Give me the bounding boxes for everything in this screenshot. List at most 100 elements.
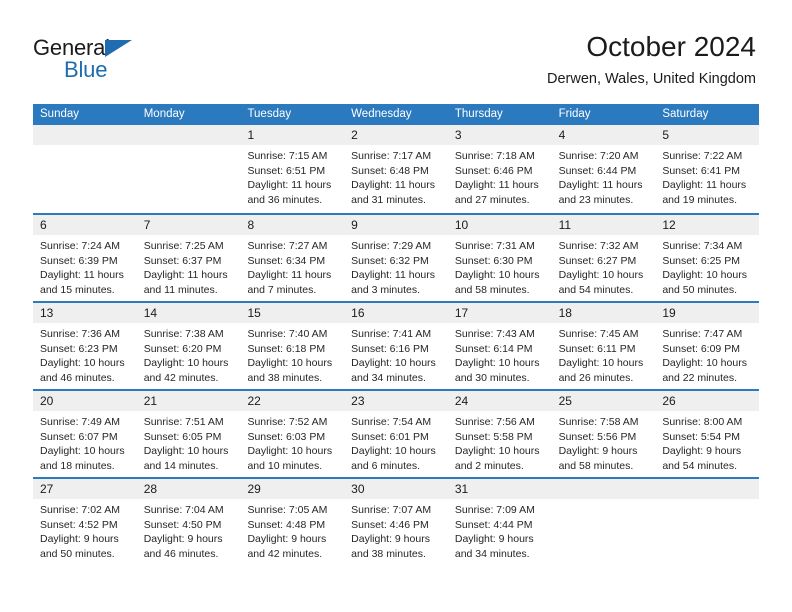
- calendar-day-cell[interactable]: 29 Sunrise: 7:05 AM Sunset: 4:48 PM Dayligh…: [240, 479, 345, 565]
- sunset-text: Sunset: 6:39 PM: [40, 254, 118, 267]
- sunset-text: Sunset: 6:44 PM: [558, 164, 637, 177]
- sunset-text: Sunset: 4:52 PM: [40, 518, 118, 531]
- sunset-text: Sunset: 6:16 PM: [351, 342, 429, 355]
- calendar-day-cell[interactable]: 26 Sunrise: 8:00 AM Sunset: 5:54 PM Dayligh…: [655, 391, 760, 477]
- calendar-day-cell[interactable]: 10 Sunrise: 7:31 AM Sunset: 6:30 PM Dayligh…: [447, 215, 552, 301]
- calendar-day-cell[interactable]: 2 Sunrise: 7:17 AM Sunset: 6:48 PM Daylight…: [344, 125, 448, 213]
- sunrise-text: Sunrise: 8:00 AM: [662, 416, 743, 428]
- sunrise-text: Sunrise: 7:54 AM: [351, 416, 432, 428]
- calendar-day-cell[interactable]: 24 Sunrise: 7:56 AM Sunset: 5:58 PM Dayligh…: [447, 391, 552, 477]
- day-number-band: 23: [344, 391, 448, 411]
- day-number-band: 31: [447, 479, 552, 499]
- day-number-band: 4: [551, 125, 656, 145]
- day-number: 3: [454, 128, 462, 142]
- calendar-day-cell[interactable]: 30 Sunrise: 7:07 AM Sunset: 4:46 PM Dayligh…: [344, 479, 448, 565]
- day-number-band: 13: [33, 303, 137, 323]
- day-sun-info: Sunrise: 7:32 AM Sunset: 6:27 PM Daylight:…: [552, 235, 656, 297]
- day-sun-info: Sunrise: 7:04 AM Sunset: 4:50 PM Daylight:…: [137, 499, 241, 561]
- sunset-text: Sunset: 5:56 PM: [558, 430, 637, 443]
- sunrise-text: Sunrise: 7:15 AM: [247, 150, 328, 162]
- daylight-text: Daylight: 9 hours and 38 minutes.: [351, 533, 430, 560]
- daylight-text: Daylight: 11 hours and 36 minutes.: [247, 179, 332, 206]
- calendar-day-cell[interactable]: 20 Sunrise: 7:49 AM Sunset: 6:07 PM Dayligh…: [33, 391, 137, 477]
- sunset-text: Sunset: 6:32 PM: [351, 254, 429, 267]
- day-number-band: 30: [344, 479, 448, 499]
- calendar-day-cell[interactable]: 17 Sunrise: 7:43 AM Sunset: 6:14 PM Dayligh…: [447, 303, 552, 389]
- day-number-band: 12: [655, 215, 760, 235]
- sunset-text: Sunset: 6:51 PM: [247, 164, 326, 177]
- sunset-text: Sunset: 6:37 PM: [143, 254, 222, 267]
- day-sun-info: Sunrise: 7:29 AM Sunset: 6:32 PM Daylight:…: [344, 235, 448, 297]
- day-number-band: 1: [240, 125, 345, 145]
- day-sun-info: Sunrise: 7:58 AM Sunset: 5:56 PM Daylight:…: [552, 411, 656, 473]
- calendar-day-cell[interactable]: 3 Sunrise: 7:18 AM Sunset: 6:46 PM Daylight…: [447, 125, 552, 213]
- day-number-band: [33, 125, 137, 145]
- page-title: October 2024: [586, 31, 756, 62]
- calendar-day-cell[interactable]: 18 Sunrise: 7:45 AM Sunset: 6:11 PM Dayligh…: [551, 303, 656, 389]
- daylight-text: Daylight: 10 hours and 26 minutes.: [558, 357, 644, 384]
- day-number: 23: [351, 394, 365, 408]
- day-number: 30: [351, 482, 365, 496]
- sunset-text: Sunset: 6:01 PM: [351, 430, 429, 443]
- day-number-band: 17: [447, 303, 552, 323]
- calendar-day-cell[interactable]: 15 Sunrise: 7:40 AM Sunset: 6:18 PM Dayligh…: [240, 303, 345, 389]
- sunrise-text: Sunrise: 7:47 AM: [662, 328, 743, 340]
- calendar-day-cell[interactable]: 9 Sunrise: 7:29 AM Sunset: 6:32 PM Daylight…: [344, 215, 448, 301]
- calendar-day-cell[interactable]: 5 Sunrise: 7:22 AM Sunset: 6:41 PM Daylight…: [655, 125, 760, 213]
- calendar-day-cell[interactable]: 4 Sunrise: 7:20 AM Sunset: 6:44 PM Daylight…: [551, 125, 656, 213]
- calendar-day-cell[interactable]: 27 Sunrise: 7:02 AM Sunset: 4:52 PM Dayligh…: [33, 479, 137, 565]
- day-number-band: 18: [551, 303, 656, 323]
- day-number-band: [655, 479, 760, 499]
- day-number-band: [551, 479, 656, 499]
- calendar-day-cell[interactable]: 31 Sunrise: 7:09 AM Sunset: 4:44 PM Dayligh…: [447, 479, 552, 565]
- day-sun-info: Sunrise: 7:56 AM Sunset: 5:58 PM Daylight:…: [448, 411, 552, 473]
- daylight-text: Daylight: 10 hours and 46 minutes.: [40, 357, 125, 384]
- day-number-band: 28: [136, 479, 241, 499]
- daylight-text: Daylight: 10 hours and 58 minutes.: [454, 269, 540, 296]
- calendar-week-row: 6 Sunrise: 7:24 AM Sunset: 6:39 PM Daylight…: [33, 213, 760, 301]
- day-number: 1: [247, 128, 255, 142]
- calendar-day-cell[interactable]: 12 Sunrise: 7:34 AM Sunset: 6:25 PM Dayligh…: [655, 215, 760, 301]
- daylight-text: Daylight: 11 hours and 11 minutes.: [143, 269, 228, 296]
- day-number: 8: [247, 218, 255, 232]
- day-number-band: 29: [240, 479, 345, 499]
- calendar-day-cell[interactable]: 22 Sunrise: 7:52 AM Sunset: 6:03 PM Dayligh…: [240, 391, 345, 477]
- calendar-day-cell[interactable]: 14 Sunrise: 7:38 AM Sunset: 6:20 PM Dayligh…: [136, 303, 241, 389]
- calendar-day-cell[interactable]: 13 Sunrise: 7:36 AM Sunset: 6:23 PM Dayligh…: [33, 303, 137, 389]
- day-sun-info: Sunrise: 7:49 AM Sunset: 6:07 PM Daylight:…: [33, 411, 137, 473]
- day-number: 27: [40, 482, 54, 496]
- calendar-day-cell[interactable]: 23 Sunrise: 7:54 AM Sunset: 6:01 PM Dayligh…: [344, 391, 448, 477]
- calendar-day-cell[interactable]: 25 Sunrise: 7:58 AM Sunset: 5:56 PM Dayligh…: [551, 391, 656, 477]
- day-number-band: 11: [551, 215, 656, 235]
- calendar-day-cell[interactable]: 6 Sunrise: 7:24 AM Sunset: 6:39 PM Daylight…: [33, 215, 137, 301]
- sunset-text: Sunset: 6:14 PM: [454, 342, 533, 355]
- sunrise-text: Sunrise: 7:27 AM: [247, 240, 328, 252]
- calendar-day-cell[interactable]: 28 Sunrise: 7:04 AM Sunset: 4:50 PM Dayligh…: [136, 479, 241, 565]
- sunset-text: Sunset: 6:41 PM: [662, 164, 740, 177]
- day-number-band: 20: [33, 391, 137, 411]
- sunset-text: Sunset: 6:11 PM: [558, 342, 636, 355]
- calendar-day-cell[interactable]: 21 Sunrise: 7:51 AM Sunset: 6:05 PM Dayligh…: [136, 391, 241, 477]
- calendar-day-cell[interactable]: 19 Sunrise: 7:47 AM Sunset: 6:09 PM Dayligh…: [655, 303, 760, 389]
- day-sun-info: Sunrise: 7:31 AM Sunset: 6:30 PM Daylight:…: [448, 235, 552, 297]
- weekday-header-wednesday: Wednesday: [351, 108, 412, 120]
- daylight-text: Daylight: 10 hours and 18 minutes.: [40, 445, 125, 472]
- daylight-text: Daylight: 10 hours and 34 minutes.: [351, 357, 436, 384]
- day-sun-info: Sunrise: 7:05 AM Sunset: 4:48 PM Daylight:…: [240, 499, 344, 561]
- day-number-band: 16: [344, 303, 448, 323]
- day-number: 12: [662, 218, 676, 232]
- calendar-day-cell[interactable]: 11 Sunrise: 7:32 AM Sunset: 6:27 PM Dayligh…: [551, 215, 656, 301]
- sunrise-text: Sunrise: 7:49 AM: [40, 416, 120, 428]
- daylight-text: Daylight: 10 hours and 22 minutes.: [662, 357, 747, 384]
- daylight-text: Daylight: 11 hours and 3 minutes.: [351, 269, 436, 296]
- calendar-day-cell[interactable]: 1 Sunrise: 7:15 AM Sunset: 6:51 PM Daylight…: [240, 125, 345, 213]
- calendar-day-cell[interactable]: 8 Sunrise: 7:27 AM Sunset: 6:34 PM Daylight…: [240, 215, 345, 301]
- sunset-text: Sunset: 4:44 PM: [454, 518, 533, 531]
- general-blue-logo: General Blue: [33, 36, 213, 84]
- daylight-text: Daylight: 11 hours and 23 minutes.: [558, 179, 643, 206]
- sunrise-text: Sunrise: 7:51 AM: [143, 416, 224, 428]
- day-number: 24: [454, 394, 469, 408]
- day-sun-info: Sunrise: 7:09 AM Sunset: 4:44 PM Daylight:…: [448, 499, 552, 561]
- calendar-day-cell[interactable]: 16 Sunrise: 7:41 AM Sunset: 6:16 PM Dayligh…: [344, 303, 448, 389]
- calendar-day-cell[interactable]: 7 Sunrise: 7:25 AM Sunset: 6:37 PM Daylight…: [136, 215, 241, 301]
